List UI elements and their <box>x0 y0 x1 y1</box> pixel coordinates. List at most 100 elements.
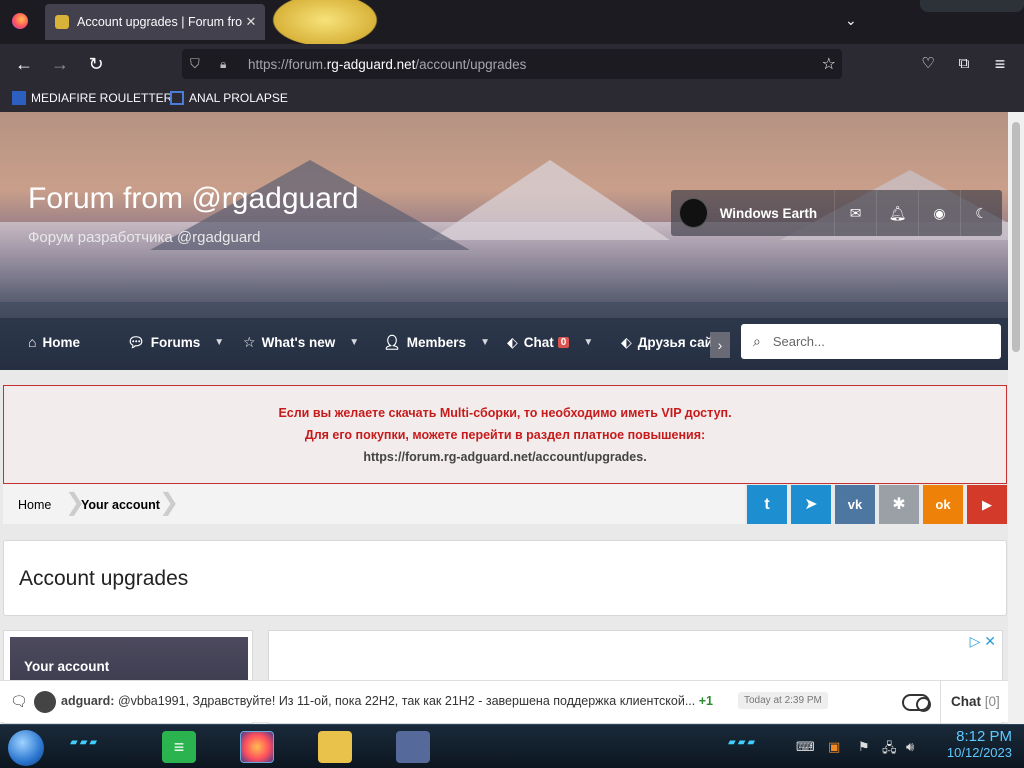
comments-icon: 💬︎ <box>127 334 145 350</box>
chat-toggle[interactable] <box>902 694 931 712</box>
nav-label: Home <box>42 334 80 350</box>
reload-icon[interactable]: ↻ <box>84 52 108 76</box>
list-all-tabs-icon[interactable]: ⌄ <box>845 12 857 29</box>
vk-share-button[interactable]: vk <box>835 485 875 524</box>
chevron-down-icon[interactable]: ▼ <box>583 337 593 348</box>
search-icon: ⌕ <box>753 333 761 349</box>
bookmark-icon <box>170 91 184 105</box>
chat-timestamp: Today at 2:39 PM <box>738 692 828 709</box>
firefox-taskbar-icon[interactable] <box>240 731 274 763</box>
mediafire-icon <box>12 91 26 105</box>
firefox-icon[interactable] <box>12 13 28 29</box>
bookmark-mediafire[interactable]: MEDIAFIRE ROULETTER <box>12 91 172 105</box>
site-title[interactable]: Forum from @rgadguard <box>28 182 359 216</box>
pocket-icon[interactable]: ♡ <box>916 52 940 76</box>
other-share-button[interactable]: ✱ <box>879 485 919 524</box>
breadcrumb-separator: ❯ <box>159 489 180 516</box>
moon-icon[interactable]: ☾ <box>960 190 1002 236</box>
extensions-icon[interactable]: ⧉ <box>952 52 976 76</box>
close-tab-icon[interactable]: ✕ <box>243 14 259 30</box>
nav-label: Друзья сай <box>637 335 711 350</box>
bell-icon[interactable]: 🔔︎ <box>876 190 918 236</box>
flag-icon[interactable]: ⚑ <box>858 739 870 755</box>
shield-icon[interactable]: ⛉ <box>190 56 206 72</box>
network-icon[interactable]: 🖧︎ <box>882 739 897 761</box>
chat-text: @vbba1991, Здравствуйте! Из 11-ой, пока … <box>117 694 696 708</box>
chat-badge: 0 <box>557 337 570 348</box>
back-icon[interactable]: ← <box>12 52 36 76</box>
user-bar: Windows Earth ✉ 🔔︎ ◉ ☾ <box>671 190 1002 236</box>
chat-button[interactable]: Chat [0] <box>940 681 1008 723</box>
notice-line: Если вы желаете скачать Multi-сборки, то… <box>278 406 732 420</box>
navigation-toolbar: ← → ↻ ⛉ 🔒︎ https://forum.rg-adguard.net/… <box>0 44 1024 84</box>
nav-label: Chat <box>523 335 554 350</box>
system-clock[interactable]: 8:12 PM 10/12/2023 <box>947 728 1012 760</box>
taskbar-decoration: ▰▰▰ <box>728 737 758 748</box>
nav-whats-new[interactable]: ☆ What's new ▼ <box>243 334 359 351</box>
app-window-icon[interactable] <box>396 731 430 763</box>
nav-friends[interactable]: ⬖ Друзья сай <box>621 334 711 351</box>
user-icon: 👤︎ <box>383 334 401 350</box>
chevron-down-icon[interactable]: ▼ <box>480 337 490 348</box>
ad-choices-icon[interactable]: ▷ ✕ <box>970 633 996 650</box>
notice-link[interactable]: https://forum.rg-adguard.net/account/upg… <box>4 450 1006 464</box>
chevron-down-icon[interactable]: ▼ <box>349 337 359 348</box>
home-icon: ⌂ <box>28 334 37 350</box>
breadcrumb-current[interactable]: Your account <box>81 498 160 512</box>
file-explorer-icon[interactable] <box>318 731 352 763</box>
bookmark-second[interactable]: ANAL PROLAPSE <box>170 91 288 105</box>
toggle-icon[interactable]: ◉ <box>918 190 960 236</box>
twitter-share-button[interactable]: t <box>747 485 787 524</box>
web-page: Forum from @rgadguard Форум разработчика… <box>0 112 1008 724</box>
user-name[interactable]: Windows Earth <box>720 206 834 221</box>
url-bar[interactable]: ⛉ 🔒︎ https://forum.rg-adguard.net/accoun… <box>182 49 842 79</box>
browser-tab[interactable]: Account upgrades | Forum from @rgadguard… <box>45 4 265 40</box>
search-placeholder: Search... <box>772 334 825 349</box>
tab-strip: Account upgrades | Forum from @rgadguard… <box>0 0 1024 50</box>
keyboard-icon[interactable]: ⌨ <box>796 739 815 755</box>
search-input[interactable]: ⌕ Search... <box>741 324 1001 359</box>
sidebar-title: Your account <box>24 659 110 674</box>
taskbar-decoration: ▰▰▰ <box>70 737 100 748</box>
menu-icon[interactable]: ≡ <box>988 52 1012 76</box>
breadcrumb: Home ❯ Your account ❯ <box>3 484 745 524</box>
avatar[interactable] <box>679 198 708 228</box>
chevron-down-icon[interactable]: ▼ <box>214 337 224 348</box>
url-domain: rg-adguard.net <box>326 56 416 72</box>
comment-icon: 🗨︎ <box>10 693 28 709</box>
bookmark-star-icon[interactable]: ☆ <box>822 54 836 74</box>
nav-chat[interactable]: ⬖ Chat 0 ▼ <box>507 334 593 351</box>
nav-label: What's new <box>261 335 336 350</box>
forward-icon[interactable]: → <box>48 52 72 76</box>
nav-home[interactable]: ⌂ Home <box>28 334 80 350</box>
chat-message[interactable]: adguard: @vbba1991, Здравствуйте! Из 11-… <box>61 694 721 708</box>
page-header: Account upgrades <box>3 540 1007 616</box>
taskbar: ▰▰▰ ≡ ▰▰▰ ⌨ ▣ ⚑ 🖧︎ 🔊︎ 8:12 PM 10/12/2023 <box>0 724 1024 768</box>
app-notes-icon[interactable]: ≡ <box>162 731 196 763</box>
telegram-share-button[interactable]: ➤ <box>791 485 831 524</box>
youtube-share-button[interactable]: ▶ <box>967 485 1007 524</box>
scrollbar-thumb[interactable] <box>1012 122 1020 352</box>
odnoklassniki-share-button[interactable]: ok <box>923 485 963 524</box>
bookmark-label: MEDIAFIRE ROULETTER <box>31 91 173 105</box>
envelope-icon[interactable]: ✉ <box>834 190 876 236</box>
clock-time: 8:12 PM <box>956 728 1012 745</box>
star-icon: ☆ <box>243 334 256 350</box>
avatar[interactable] <box>34 691 56 713</box>
app-tray-icon[interactable]: ▣ <box>828 739 840 755</box>
nav-forums[interactable]: 💬︎ Forums ▼ <box>127 334 224 351</box>
start-button[interactable] <box>8 730 44 766</box>
chat-count: [0] <box>984 694 1000 709</box>
volume-icon[interactable]: 🔊︎ <box>906 739 914 755</box>
site-subtitle: Форум разработчика @rgadguard <box>28 229 261 246</box>
lock-icon[interactable]: 🔒︎ <box>220 57 236 72</box>
chat-author[interactable]: adguard: <box>61 694 114 708</box>
mascot-image <box>265 0 385 50</box>
vip-notice: Если вы желаете скачать Multi-сборки, то… <box>3 385 1007 484</box>
breadcrumb-home[interactable]: Home <box>18 498 51 512</box>
favicon-icon <box>55 15 69 29</box>
nav-label: Forums <box>150 335 201 350</box>
scrollbar[interactable] <box>1008 112 1024 724</box>
chevron-right-icon[interactable]: › <box>710 332 730 358</box>
nav-members[interactable]: 👤︎ Members ▼ <box>383 334 490 351</box>
